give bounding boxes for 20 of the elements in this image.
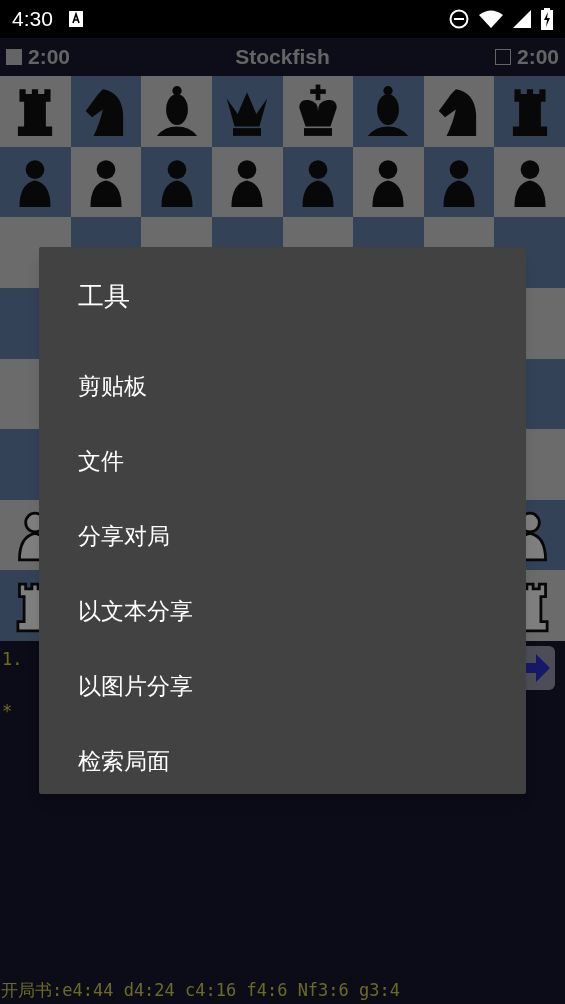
- dialog-title: 工具: [77, 280, 131, 313]
- engine-title: Stockfish: [234, 44, 331, 71]
- do-not-disturb-icon: [449, 9, 469, 29]
- menu-item[interactable]: 以图片分享: [39, 649, 526, 724]
- move-text: *: [2, 700, 13, 723]
- menu-item[interactable]: 分享对局: [39, 499, 526, 574]
- menu-item[interactable]: 检索局面: [39, 724, 526, 799]
- player-clock: 2:00: [516, 44, 559, 71]
- player-clock: 2:00: [28, 44, 71, 71]
- menu-item[interactable]: 文件: [39, 424, 526, 499]
- wifi-icon: [479, 10, 503, 28]
- right-arrow-icon: [524, 654, 550, 682]
- keyboard-icon: [68, 11, 83, 27]
- clock-time: 4:30: [12, 6, 53, 33]
- battery-icon: [541, 8, 553, 30]
- move-text: 1.: [2, 648, 23, 671]
- signal-icon: [513, 10, 531, 28]
- menu-item[interactable]: 剪贴板: [39, 349, 526, 424]
- menu-item[interactable]: 以文本分享: [39, 574, 526, 649]
- opening-book-line: 开局书:e4:44 d4:24 c4:16 f4:6 Nf3:6 g3:4: [0, 979, 401, 1002]
